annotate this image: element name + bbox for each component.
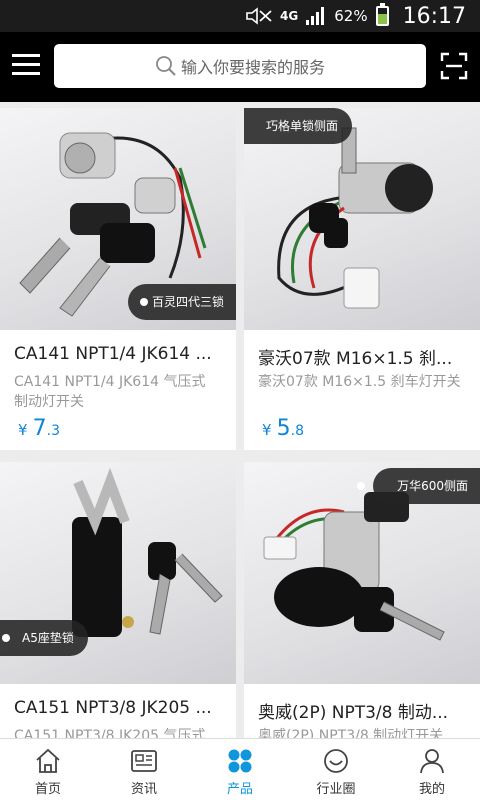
tag-label: 百灵四代三锁 bbox=[151, 295, 224, 309]
nav-label: 我的 bbox=[418, 782, 445, 797]
product-description: CA151 NPT3/8 JK205 气压式制动灯开关 bbox=[14, 728, 206, 738]
home-icon bbox=[36, 748, 60, 773]
nav-label: 产品 bbox=[226, 782, 253, 797]
product-tag: A5座垫锁 bbox=[0, 620, 88, 656]
signal-icon bbox=[306, 7, 326, 25]
search-placeholder: 输入你要搜索的服务 bbox=[180, 58, 325, 77]
product-description: 豪沃07款 M16×1.5 刹车灯开关 bbox=[258, 374, 461, 390]
tag-label: 万华600侧面 bbox=[397, 479, 468, 493]
nav-mine[interactable]: 我的 bbox=[384, 739, 480, 800]
menu-icon[interactable] bbox=[12, 52, 40, 78]
product-title: 奥威(2P) NPT3/8 制动... bbox=[258, 703, 449, 723]
clock: 16:17 bbox=[402, 3, 466, 29]
product-card[interactable]: 巧格单锁侧面 豪沃07款 M16×1.5 刹... 豪沃07款 M16×1.5 … bbox=[244, 108, 480, 450]
nav-circle[interactable]: 行业圈 bbox=[288, 739, 384, 800]
product-price: ¥ 7.3 bbox=[18, 416, 60, 441]
nav-home[interactable]: 首页 bbox=[0, 739, 96, 800]
circle-icon bbox=[324, 749, 348, 773]
product-card[interactable]: A5座垫锁 CA151 NPT3/8 JK205 ... CA151 NPT3/… bbox=[0, 462, 236, 738]
bottom-nav: 首页 资讯 产品 行业圈 我的 bbox=[0, 738, 480, 800]
products-icon bbox=[228, 749, 252, 773]
news-icon bbox=[131, 750, 157, 772]
product-tag: 巧格单锁侧面 bbox=[244, 108, 353, 144]
product-grid: 百灵四代三锁 CA141 NPT1/4 JK614 ... CA141 NPT1… bbox=[0, 108, 480, 738]
nav-label: 首页 bbox=[34, 782, 61, 797]
product-title: CA151 NPT3/8 JK205 ... bbox=[14, 698, 212, 718]
tag-dot bbox=[2, 634, 10, 642]
tag-label: 巧格单锁侧面 bbox=[266, 119, 339, 133]
product-description: CA141 NPT1/4 JK614 气压式制动灯开关 bbox=[14, 374, 206, 410]
product-card[interactable]: 百灵四代三锁 CA141 NPT1/4 JK614 ... CA141 NPT1… bbox=[0, 108, 236, 450]
status-bar: 4G 62% 16:17 bbox=[0, 0, 480, 32]
nav-label: 行业圈 bbox=[316, 782, 356, 797]
network-type: 4G bbox=[280, 9, 299, 23]
product-title: CA141 NPT1/4 JK614 ... bbox=[14, 344, 212, 364]
mute-icon bbox=[246, 7, 272, 25]
product-tag: 百灵四代三锁 bbox=[127, 284, 236, 320]
search-icon bbox=[156, 56, 176, 76]
battery-icon bbox=[375, 3, 389, 26]
product-title: 豪沃07款 M16×1.5 刹... bbox=[258, 349, 453, 369]
product-description: 奥威(2P) NPT3/8 制动灯开关 bbox=[258, 728, 444, 738]
tag-dot bbox=[139, 298, 148, 306]
tag-label: A5座垫锁 bbox=[22, 631, 74, 645]
product-tag: 万华600侧面 bbox=[357, 468, 480, 504]
product-card[interactable]: 万华600侧面 奥威(2P) NPT3/8 制动... 奥威(2P) NPT3/… bbox=[244, 462, 480, 738]
battery-percent: 62% bbox=[334, 7, 368, 25]
search-input[interactable]: 输入你要搜索的服务 bbox=[54, 44, 426, 88]
scan-icon[interactable] bbox=[440, 52, 468, 80]
product-price: ¥ 5.8 bbox=[262, 416, 304, 441]
nav-label: 资讯 bbox=[130, 782, 157, 797]
nav-products[interactable]: 产品 bbox=[192, 739, 288, 800]
header: 输入你要搜索的服务 bbox=[0, 32, 480, 102]
nav-news[interactable]: 资讯 bbox=[96, 739, 192, 800]
user-icon bbox=[420, 749, 444, 774]
